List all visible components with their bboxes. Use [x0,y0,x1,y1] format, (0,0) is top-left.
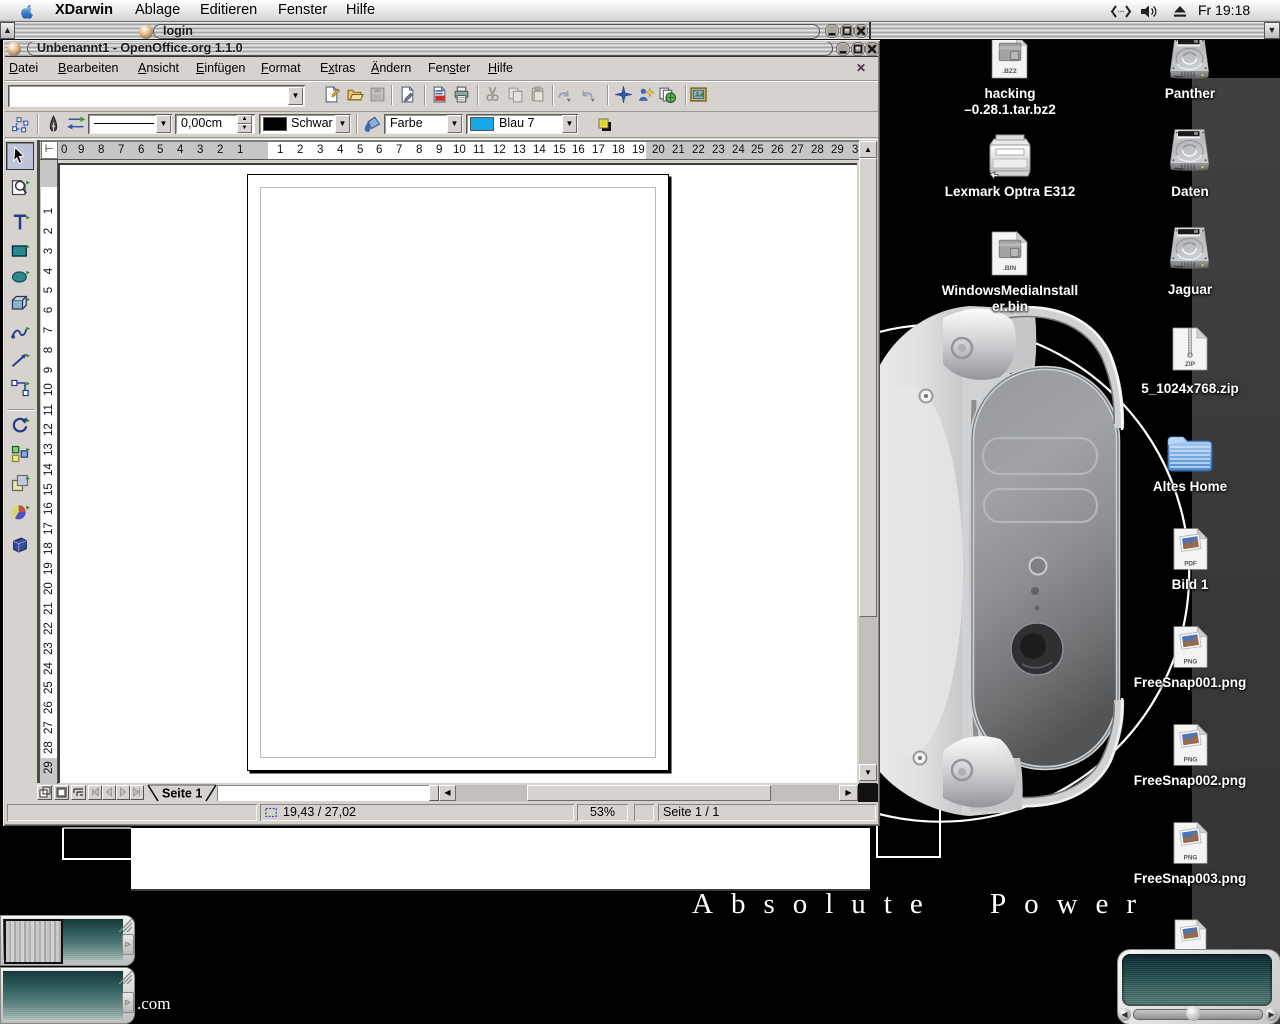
svg-text:.BZ2: .BZ2 [1002,68,1017,75]
svg-text:Seite 1: Seite 1 [162,787,202,801]
svg-text:PDF: PDF [1184,561,1197,568]
svg-text:PNG: PNG [1184,855,1198,862]
svg-text:ZIP: ZIP [1185,361,1196,368]
svg-text:PNG: PNG [1184,659,1198,666]
svg-text:.BIN: .BIN [1003,265,1016,272]
svg-text:PNG: PNG [1184,757,1198,764]
